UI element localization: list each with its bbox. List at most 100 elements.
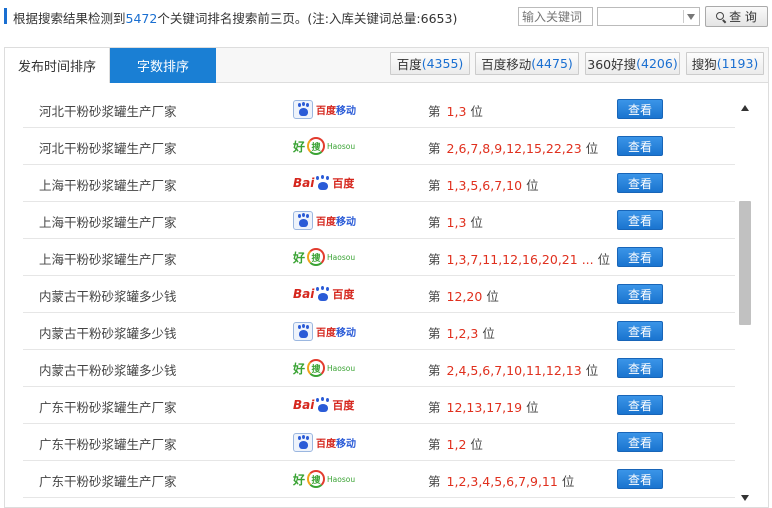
tab-sort-by-length[interactable]: 字数排序 [110,48,216,83]
rank-prefix: 第 [428,289,441,304]
row-keyword: 上海干粉砂浆罐生产厂家 [39,178,177,193]
keyword-count: 5472 [125,11,158,26]
row-keyword: 上海干粉砂浆罐生产厂家 [39,215,177,230]
logo-text: 百度 [316,105,336,117]
rank-positions: 2,4,5,6,7,10,11,12,13 [446,363,582,378]
logo-text: 移动 [336,327,356,339]
engine-filter-baidu[interactable]: 百度 (4355) [390,52,470,75]
table-row: 内蒙古干粉砂浆罐多少钱 Bai 百度 第 12,20 位 查看 [23,276,735,313]
select-separator [683,10,684,23]
logo-text: 搜 [311,253,321,264]
rank-positions: 1,3 [446,215,467,230]
rank-suffix: 位 [597,252,611,267]
scroll-up-icon[interactable] [741,105,749,111]
rank-prefix: 第 [428,363,441,378]
rank-suffix: 位 [526,400,539,415]
engine-filter-360[interactable]: 360好搜 (4206) [585,52,680,75]
rank-positions: 1,3,7,11,12,16,20,21 ... [446,252,594,267]
baidu-mobile-logo: 百度 移动 [293,99,356,119]
view-button[interactable]: 查看 [617,321,663,341]
table-row: 上海干粉砂浆罐生产厂家 百度 移动 第 1,3 位 查看 [23,202,735,239]
results-table: 河北干粉砂浆罐生产厂家 百度 移动第 1,3 位查看 河北干粉砂浆罐生产厂家好搜 Haoso… [23,91,735,507]
query-button[interactable]: 查 询 [705,6,768,27]
results-panel: 发布时间排序 字数排序 百度 (4355) 百度移动 (4475) 360好搜 (42… [4,47,769,508]
rank-prefix: 第 [428,215,441,230]
table-row: 广东干粉砂浆罐生产厂家 好搜 Haosou 第 1,2,3,4,5,6,7,9,11 位 查… [23,461,735,498]
logo-text: Bai [293,176,315,190]
haosou-ring-icon: 搜 [307,359,326,377]
baidu-paw-icon [315,175,331,191]
logo-text: 搜 [311,142,321,153]
logo-text: 百度 [316,327,336,339]
engine-filter-baidu-mobile[interactable]: 百度移动 (4475) [475,52,579,75]
logo-text: 搜 [311,364,321,375]
logo-text: 百度 [332,288,355,301]
baidu-logo-mark: Bai 百度 [293,397,354,413]
logo-text: 好 [293,472,306,487]
row-rank: 第 1,3,7,11,12,16,20,21 ... 位 [428,249,610,268]
logo-text: Haosou [327,252,356,262]
table-row: 内蒙古干粉砂浆罐多少钱 百度 移动 第 1,2,3 位 查看 [23,313,735,350]
tab-sort-by-time[interactable]: 发布时间排序 [5,48,110,83]
view-button[interactable]: 查看 [617,432,663,452]
view-button[interactable]: 查看 [617,247,663,267]
row-keyword: 广东干粉砂浆罐生产厂家 [39,437,177,452]
logo-text: 移动 [336,105,356,117]
engine-select[interactable] [597,7,700,26]
rank-positions: 12,20 [446,289,483,304]
baidu-mobile-logo-mark: 百度 移动 [293,99,356,119]
summary-suffix: 个关键词排名搜索前三页。(注:入库关键词总量:6653) [157,11,458,26]
rank-prefix: 第 [428,437,441,452]
baidu-logo: Bai 百度 [293,284,354,304]
summary-marker [4,8,7,24]
engine-count: (4475) [531,56,573,71]
table-row: 广东干粉砂浆罐生产厂家 Bai 百度 第 12,13,17,19 位 查看 [23,387,735,424]
keyword-search-input[interactable] [518,7,593,26]
baidu-logo: Bai 百度 [293,395,354,415]
logo-text: 百度 [332,177,355,190]
row-keyword: 广东干粉砂浆罐生产厂家 [39,400,177,415]
chevron-down-icon[interactable] [687,14,695,20]
baidu-mobile-logo: 百度 移动 [293,321,356,341]
baidu-mobile-logo-mark: 百度 移动 [293,432,356,452]
results-scrollbar[interactable] [738,95,752,507]
view-button[interactable]: 查看 [617,284,663,304]
baidu-mobile-logo: 百度 移动 [293,210,356,230]
query-button-label: 查 询 [729,10,757,24]
engine-count: (1193) [716,56,759,71]
scroll-down-icon[interactable] [741,495,749,501]
haosou-logo: 好搜 Haosou [293,247,355,267]
baidu-paw-icon [315,286,331,302]
row-keyword: 广东干粉砂浆罐生产厂家 [39,474,177,489]
rank-prefix: 第 [428,141,441,156]
view-button[interactable]: 查看 [617,469,663,489]
engine-filter-sogou[interactable]: 搜狗 (1193) [686,52,764,75]
engine-count: (4206) [636,56,678,71]
logo-text: 百度 [316,438,336,450]
row-rank: 第 1,2,3 位 [428,323,495,342]
row-keyword: 内蒙古干粉砂浆罐多少钱 [39,326,177,341]
view-button[interactable]: 查看 [617,99,663,119]
view-button[interactable]: 查看 [617,173,663,193]
view-button[interactable]: 查看 [617,210,663,230]
table-row: 上海干粉砂浆罐生产厂家 好搜 Haosou 第 1,3,7,11,12,16,20,21… [23,239,735,276]
rank-prefix: 第 [428,178,441,193]
view-button[interactable]: 查看 [617,395,663,415]
scroll-thumb[interactable] [739,201,751,325]
haosou-ring-icon: 搜 [307,248,326,266]
rank-suffix: 位 [526,178,539,193]
rank-positions: 1,3 [446,104,467,119]
table-row: 内蒙古干粉砂浆罐多少钱 好搜 Haosou 第 2,4,5,6,7,10,11,12,1… [23,350,735,387]
table-row: 河北干粉砂浆罐生产厂家 好搜 Haosou 第 2,6,7,8,9,12,15,22,2… [23,128,735,165]
row-rank: 第 1,2,3,4,5,6,7,9,11 位 [428,471,574,490]
table-row: 广东干粉砂浆罐生产厂家 百度 移动 第 1,2 位 查看 [23,424,735,461]
view-button[interactable]: 查看 [617,358,663,378]
view-button[interactable]: 查看 [617,136,663,156]
baidu-paw-icon [293,321,313,341]
row-rank: 第 12,20 位 [428,286,499,305]
logo-text: Bai [293,398,315,412]
baidu-logo-mark: Bai 百度 [293,175,354,191]
rank-positions: 2,6,7,8,9,12,15,22,23 [446,141,582,156]
row-rank: 第 2,4,5,6,7,10,11,12,13 位 [428,360,598,379]
table-row: 上海干粉砂浆罐生产厂家 Bai 百度 第 1,3,5,6,7,10 位 查看 [23,165,735,202]
